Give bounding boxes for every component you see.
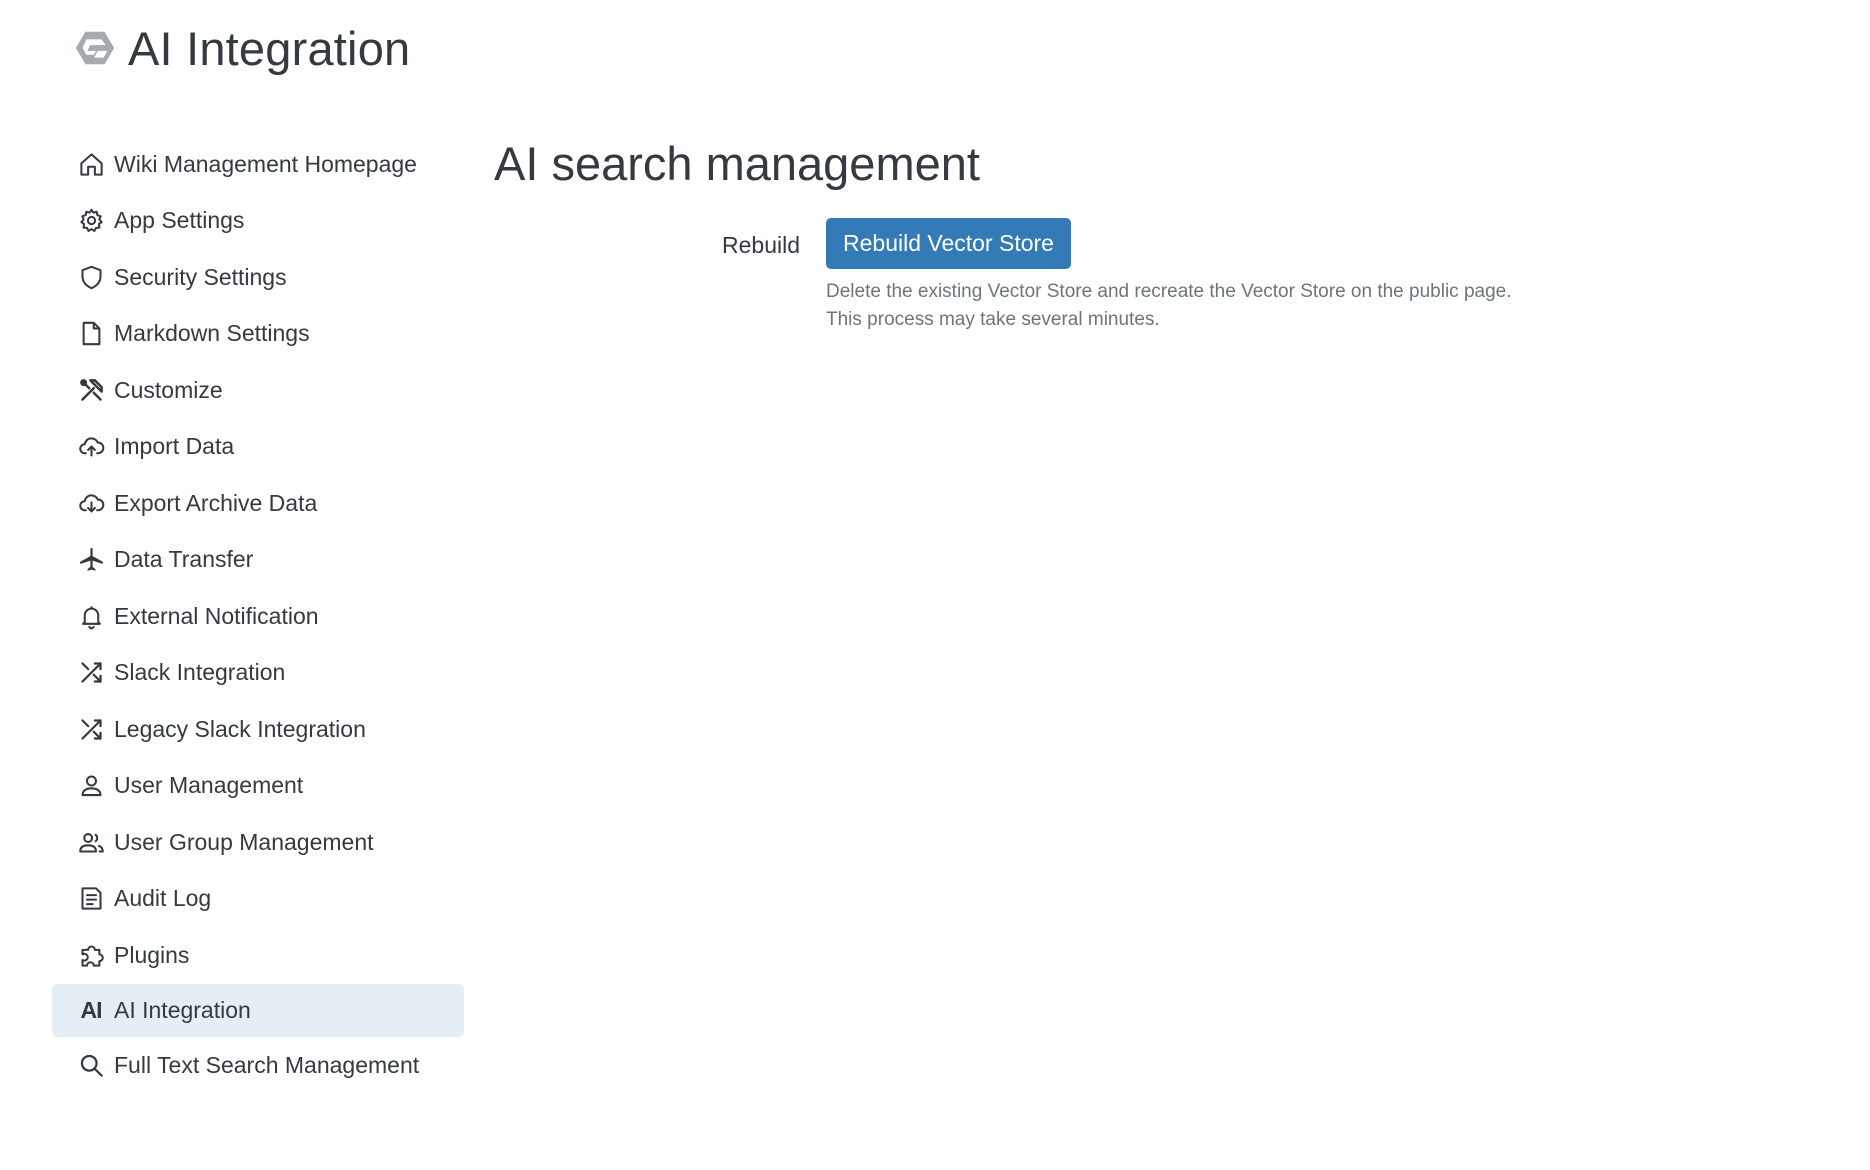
sidebar-item-label: Slack Integration xyxy=(114,659,286,685)
search-icon xyxy=(76,1050,106,1080)
app-title: AI Integration xyxy=(128,21,411,75)
rebuild-vector-store-button[interactable]: Rebuild Vector Store xyxy=(826,218,1071,269)
sidebar-item-import-data[interactable]: Import Data xyxy=(52,419,464,475)
sidebar-item-app-settings[interactable]: App Settings xyxy=(52,193,464,249)
sidebar-item-export-archive-data[interactable]: Export Archive Data xyxy=(52,475,464,531)
sidebar-item-label: Legacy Slack Integration xyxy=(114,715,366,742)
user-icon xyxy=(76,771,106,801)
admin-sidebar: Wiki Management Homepage App Settings Se… xyxy=(52,136,464,1094)
sidebar-item-ai-integration[interactable]: AI AI Integration xyxy=(52,983,464,1037)
sidebar-item-label: Security Settings xyxy=(114,263,287,290)
sidebar-item-label: App Settings xyxy=(114,207,245,233)
file-icon xyxy=(76,319,106,349)
puzzle-icon xyxy=(76,940,106,970)
sidebar-item-label: Customize xyxy=(114,376,223,403)
sidebar-item-label: Markdown Settings xyxy=(114,320,310,346)
sidebar-item-audit-log[interactable]: Audit Log xyxy=(52,871,464,927)
sidebar-item-label: Export Archive Data xyxy=(114,489,318,516)
sidebar-item-slack-integration[interactable]: Slack Integration xyxy=(52,645,464,701)
shield-icon xyxy=(76,262,106,292)
ai-icon: AI xyxy=(80,996,103,1023)
page-title: AI search management xyxy=(494,137,980,190)
document-icon xyxy=(76,884,106,914)
sidebar-item-markdown-settings[interactable]: Markdown Settings xyxy=(52,306,464,362)
home-icon xyxy=(76,149,106,179)
rebuild-help-line: This process may take several minutes. xyxy=(826,309,1160,330)
growi-logo-icon xyxy=(72,25,118,71)
sidebar-item-data-transfer[interactable]: Data Transfer xyxy=(52,532,464,588)
users-icon xyxy=(76,827,106,857)
sidebar-item-user-group-management[interactable]: User Group Management xyxy=(52,814,464,870)
shuffle-icon xyxy=(76,714,106,744)
sidebar-item-wiki-management-homepage[interactable]: Wiki Management Homepage xyxy=(52,136,464,192)
sidebar-item-label: Plugins xyxy=(114,941,190,968)
sidebar-item-user-management[interactable]: User Management xyxy=(52,758,464,814)
sidebar-item-label: Data Transfer xyxy=(114,546,254,572)
sidebar-item-security-settings[interactable]: Security Settings xyxy=(52,249,464,305)
rebuild-label: Rebuild xyxy=(722,232,800,258)
sidebar-item-label: External Notification xyxy=(114,602,319,629)
gear-icon xyxy=(76,206,106,236)
sidebar-item-label: User Management xyxy=(114,772,304,798)
bell-icon xyxy=(76,601,106,631)
sidebar-item-label: Import Data xyxy=(114,433,235,459)
rebuild-help-text: Delete the existing Vector Store and rec… xyxy=(826,278,1586,334)
sidebar-item-label: User Group Management xyxy=(114,828,374,855)
rebuild-help-line: Delete the existing Vector Store and rec… xyxy=(826,281,1512,302)
cloud-download-icon xyxy=(76,488,106,518)
sidebar-item-legacy-slack-integration[interactable]: Legacy Slack Integration xyxy=(52,701,464,757)
sidebar-item-plugins[interactable]: Plugins xyxy=(52,927,464,983)
sidebar-item-label: Wiki Management Homepage xyxy=(114,150,417,177)
main-content: AI search management Rebuild Rebuild Vec… xyxy=(494,136,1794,330)
sidebar-item-label: AI Integration xyxy=(114,996,251,1023)
sidebar-item-external-notification[interactable]: External Notification xyxy=(52,588,464,644)
app-header: AI Integration xyxy=(72,18,410,78)
shuffle-icon xyxy=(76,658,106,688)
airplane-icon xyxy=(76,545,106,575)
cloud-upload-icon xyxy=(76,432,106,462)
tools-icon xyxy=(76,375,106,405)
sidebar-item-label: Audit Log xyxy=(114,885,212,911)
sidebar-item-label: Full Text Search Management xyxy=(114,1051,420,1078)
sidebar-item-customize[interactable]: Customize xyxy=(52,362,464,418)
sidebar-item-full-text-search-management[interactable]: Full Text Search Management xyxy=(52,1037,464,1093)
